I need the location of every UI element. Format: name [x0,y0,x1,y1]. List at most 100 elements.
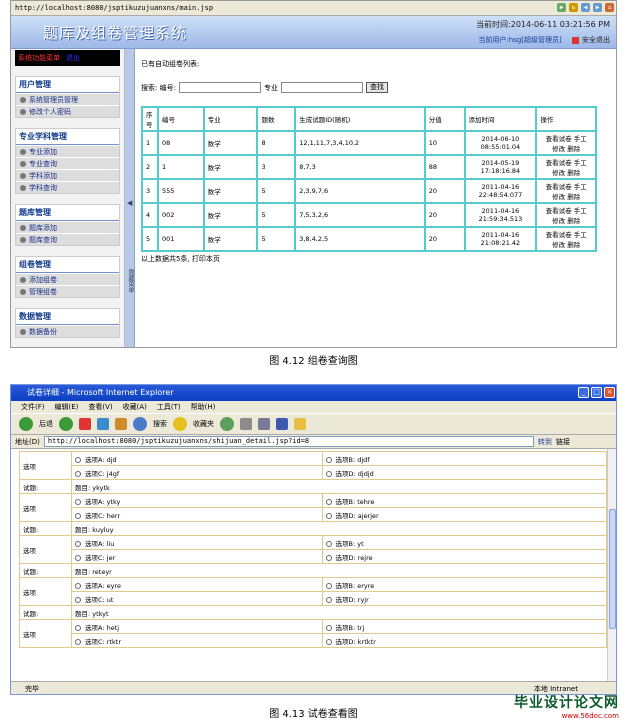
radio-icon[interactable] [325,638,332,645]
maximize-icon[interactable]: □ [591,387,602,398]
search-code-label: 搜索: 编号: [141,83,176,92]
radio-icon[interactable] [75,596,81,603]
search-label[interactable]: 搜索 [153,419,167,429]
menu-item[interactable]: 工具(T) [157,401,181,413]
address-bar[interactable]: http://localhost:8080/jsptikuzujuanxns/m… [11,1,616,16]
logout-icon[interactable] [572,36,579,44]
option-text: 选项D: rejre [335,553,373,562]
radio-icon[interactable] [325,498,332,505]
radio-icon[interactable] [325,596,332,603]
radio-icon[interactable] [75,512,81,519]
favorites-icon[interactable] [173,417,187,431]
vertical-scrollbar[interactable] [607,449,616,681]
sidebar-item[interactable]: 专业添加 [16,145,119,157]
sidebar-item[interactable]: 题库添加 [16,221,119,233]
close-icon[interactable]: × [604,387,615,398]
sidebar: 系统功能菜单 退出 用户管理 系统管理员管理 修改个人密码 专业学科管理 专业添加 专业查… [11,49,125,347]
radio-icon[interactable] [325,582,332,589]
option-cell: 选项C: j4gf [71,465,323,480]
forward-icon[interactable] [59,417,73,431]
collapse-arrow-icon[interactable]: ◀ [127,199,132,207]
menu-item[interactable]: 收藏(A) [123,401,147,413]
scroll-thumb[interactable] [609,509,616,629]
menu-item[interactable]: 查看(V) [88,401,112,413]
view-edit-links[interactable]: 查看试卷 手工 [540,157,592,167]
menu-item[interactable]: 文件(F) [21,401,45,413]
back-icon[interactable] [19,417,33,431]
major-input[interactable] [280,82,363,93]
question-label: 试题: [19,521,72,536]
back-icon[interactable]: ◀ [581,3,590,12]
sidebar-item[interactable]: 学科查询 [16,181,119,193]
radio-icon[interactable] [75,582,81,589]
stop-icon[interactable] [79,418,91,430]
radio-icon[interactable] [75,554,81,561]
favorites-label[interactable]: 收藏夹 [193,419,214,429]
sidebar-item[interactable]: 数据备份 [16,325,119,337]
radio-icon[interactable] [325,470,332,477]
minimize-icon[interactable]: _ [578,387,589,398]
sidebar-splitter[interactable]: ◀ 隐藏菜单 [125,49,135,347]
current-user: 当前用户:hsg[超级管理员] 安全退出 [478,35,610,45]
table-cell: 5 [257,179,296,203]
option-text: 选项C: ut [85,595,114,604]
modify-delete-links[interactable]: 修改 删除 [540,215,592,225]
edit-icon[interactable] [276,418,288,430]
option-row: 选项 选项A: djd 选项B: djdf [19,451,608,480]
option-text: 选项C: herr [85,511,121,520]
links-label[interactable]: 链接 [556,435,570,448]
modify-delete-links[interactable]: 修改 删除 [540,191,592,201]
menu-item[interactable]: 编辑(E) [55,401,79,413]
radio-icon[interactable] [325,512,332,519]
sidebar-item[interactable]: 添加组卷 [16,273,119,285]
option-text: 选项A: hetj [85,623,120,632]
sidebar-item[interactable]: 专业查询 [16,157,119,169]
print-icon[interactable] [258,418,270,430]
history-icon[interactable] [220,417,234,431]
refresh-icon[interactable] [97,418,109,430]
menu-item[interactable]: 帮助(H) [191,401,216,413]
radio-icon[interactable] [75,540,81,547]
table-cell: 3 [142,179,158,203]
option-cell: 选项B: djdf [321,451,608,466]
table-cell: 12,1,11,7,3,4,10,2 [295,131,425,155]
sidebar-item[interactable]: 学科添加 [16,169,119,181]
radio-icon[interactable] [75,470,81,477]
back-label[interactable]: 后退 [39,419,53,429]
view-edit-links[interactable]: 查看试卷 手工 [540,229,592,239]
radio-icon[interactable] [75,624,81,631]
code-input[interactable] [178,82,261,93]
search-button[interactable]: 查找 [365,82,388,93]
search-icon[interactable] [133,417,147,431]
sidebar-item[interactable]: 题库查询 [16,233,119,245]
view-edit-links[interactable]: 查看试卷 手工 [540,133,592,143]
address-input[interactable]: http://localhost:8080/jsptikuzujuanxns/s… [43,436,534,447]
go-button[interactable]: 转到 [538,435,552,448]
option-cell: 选项C: jer [71,549,323,564]
mail-icon[interactable] [240,418,252,430]
folder-icon[interactable] [294,418,306,430]
radio-icon[interactable] [325,540,332,547]
home-icon[interactable]: ⌂ [605,3,614,12]
logout-link[interactable]: 安全退出 [582,36,610,44]
view-edit-links[interactable]: 查看试卷 手工 [540,205,592,215]
sidebar-item[interactable]: 系统管理员管理 [16,93,119,105]
modify-delete-links[interactable]: 修改 删除 [540,167,592,177]
modify-delete-links[interactable]: 修改 删除 [540,143,592,153]
exit-link[interactable]: 退出 [66,53,80,63]
sidebar-item[interactable]: 修改个人密码 [16,105,119,117]
sidebar-item[interactable]: 管理组卷 [16,285,119,297]
radio-icon[interactable] [325,624,332,631]
refresh-icon[interactable]: ↻ [569,3,578,12]
view-edit-links[interactable]: 查看试卷 手工 [540,181,592,191]
radio-icon[interactable] [325,554,332,561]
modify-delete-links[interactable]: 修改 删除 [540,239,592,249]
radio-icon[interactable] [75,498,81,505]
home-icon[interactable] [115,418,127,430]
column-header: 分值 [424,107,465,131]
forward-icon[interactable]: ▶ [593,3,602,12]
radio-icon[interactable] [75,456,81,463]
radio-icon[interactable] [325,456,332,463]
radio-icon[interactable] [75,638,81,645]
go-icon[interactable]: ▶ [557,3,566,12]
